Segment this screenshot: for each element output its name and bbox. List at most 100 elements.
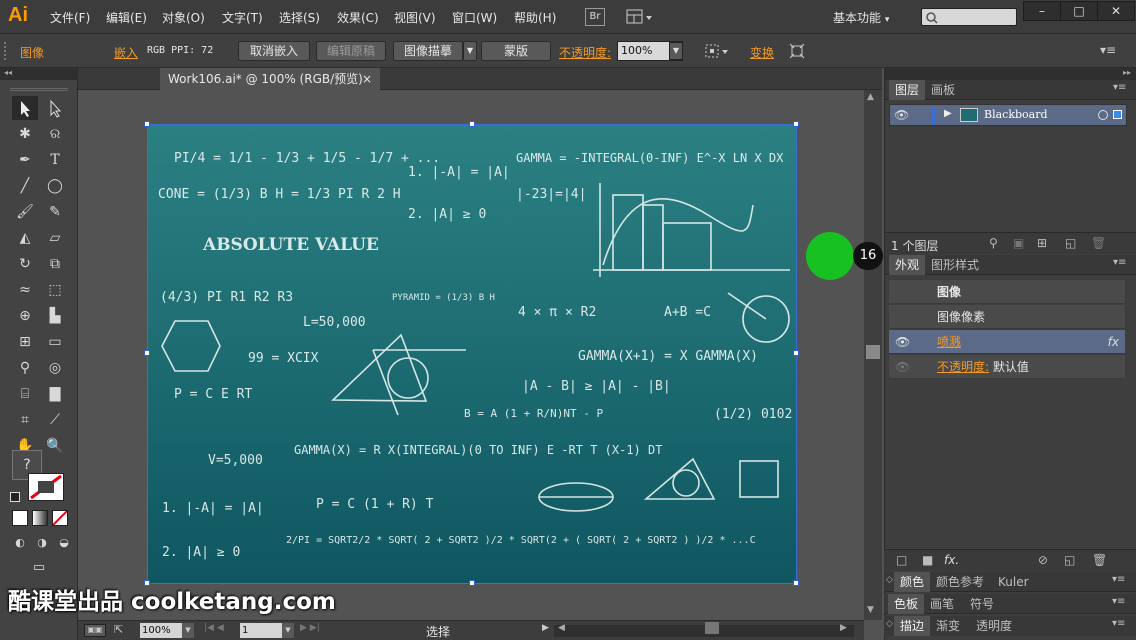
pen-tool-icon[interactable]: ✒ [12, 148, 38, 172]
tab-color-guide[interactable]: 颜色参考 [930, 572, 990, 592]
column-graph-tool-icon[interactable]: ▇ [42, 382, 68, 406]
symbol-sprayer-tool-icon[interactable]: ⌸ [12, 382, 38, 406]
duplicate-item-icon[interactable]: ◱ [1064, 553, 1075, 567]
scroll-left-icon[interactable]: ◀ [558, 623, 565, 633]
align-icon[interactable] [704, 43, 730, 59]
bridge-button[interactable]: Br [585, 8, 605, 26]
add-effect-icon[interactable]: fx. [944, 553, 959, 567]
color-mode-icon[interactable] [12, 510, 28, 526]
selection-tool-icon[interactable] [12, 96, 38, 120]
tab-swatches[interactable]: 色板 [888, 594, 925, 614]
opacity-link[interactable]: 不透明度: [559, 44, 611, 61]
gradient-mode-icon[interactable] [32, 510, 48, 526]
mask-button[interactable]: 蒙版 [481, 41, 551, 61]
type-tool-icon[interactable]: T [42, 148, 68, 172]
unembed-button[interactable]: 取消嵌入 [238, 41, 310, 61]
width-tool-icon[interactable]: ≈ [12, 278, 38, 302]
last-page-icon[interactable]: ▶ ▶| [300, 623, 320, 633]
bounding-handle-r[interactable] [793, 350, 799, 356]
image-trace-button[interactable]: 图像描摹 [393, 41, 463, 61]
mesh-tool-icon[interactable]: ⊞ [12, 330, 38, 354]
effect-name-link[interactable]: 喷溅 [937, 335, 961, 349]
first-page-icon[interactable]: |◀ ◀ [204, 623, 224, 633]
export-icon[interactable]: ⇱ [114, 623, 123, 636]
help-search-input[interactable] [921, 8, 1017, 26]
document-tab[interactable]: Work106.ai* @ 100% (RGB/预览) × [160, 68, 380, 90]
tools-collapse-icon[interactable]: ◂◂ [0, 68, 78, 80]
artboard-tool-icon[interactable]: ⌗ [12, 408, 38, 432]
tab-color[interactable]: 颜色 [894, 572, 931, 592]
delete-layer-icon[interactable]: 🗑 [1091, 236, 1106, 250]
none-mode-icon[interactable] [52, 510, 68, 526]
tab-gradient[interactable]: 渐变 [930, 616, 966, 636]
eyedropper-tool-icon[interactable]: ⚲ [12, 356, 38, 380]
appearance-effect-row[interactable]: 👁 喷溅 fx [889, 330, 1125, 354]
locate-object-icon[interactable]: ⚲ [989, 236, 998, 250]
layer-target-icon[interactable] [1098, 110, 1108, 120]
control-panel-menu-icon[interactable]: ▾≡ [1100, 43, 1120, 59]
scale-tool-icon[interactable]: ⧉ [42, 252, 68, 276]
isolate-icon[interactable] [789, 43, 807, 59]
opacity-visibility-eye-icon[interactable]: 👁 [895, 355, 910, 379]
menu-edit[interactable]: 编辑(E) [106, 9, 147, 26]
zoom-tool-icon[interactable]: 🔍 [42, 434, 68, 458]
hscroll-thumb[interactable] [705, 622, 719, 634]
menu-object[interactable]: 对象(O) [162, 9, 205, 26]
tab-symbols[interactable]: 符号 [964, 594, 1000, 614]
menu-file[interactable]: 文件(F) [50, 9, 90, 26]
screen-mode-icon[interactable]: ▭ [26, 558, 52, 578]
trace-preset-dropdown[interactable]: ▼ [463, 41, 477, 61]
workspace-switcher[interactable]: 基本功能 ▾ [833, 9, 889, 26]
blend-tool-icon[interactable]: ◎ [42, 356, 68, 380]
create-sublayer-icon[interactable]: ⊞ [1037, 236, 1047, 250]
line-tool-icon[interactable]: ╱ [12, 174, 38, 198]
rotate-tool-icon[interactable]: ↻ [12, 252, 38, 276]
draw-normal-icon[interactable]: ◐ [10, 534, 30, 552]
page-dropdown-icon[interactable]: ▼ [282, 623, 294, 638]
direct-selection-tool-icon[interactable] [42, 96, 68, 120]
bounding-handle-b[interactable] [469, 580, 475, 586]
default-colors-icon[interactable] [10, 492, 20, 502]
tab-graphic-styles[interactable]: 图形样式 [925, 255, 985, 275]
edit-original-button[interactable]: 编辑原稿 [316, 41, 386, 61]
appearance-opacity-row[interactable]: 👁 不透明度: 默认值 [889, 355, 1125, 379]
stroke-expand-icon[interactable]: ◇ [886, 619, 893, 629]
vertical-scrollbar[interactable]: ▲ ▼ [864, 90, 882, 620]
layer-selection-indicator[interactable] [1113, 110, 1122, 119]
dock-collapse-icon[interactable]: ▸▸ [885, 68, 1136, 80]
gradient-tool-icon[interactable]: ▭ [42, 330, 68, 354]
bounding-handle-tl[interactable] [144, 121, 150, 127]
transform-link[interactable]: 变换 [750, 44, 774, 61]
ellipse-tool-icon[interactable]: ◯ [42, 174, 68, 198]
add-stroke-icon[interactable]: □ [896, 553, 907, 567]
bounding-handle-br[interactable] [793, 580, 799, 586]
pencil-tool-icon[interactable]: ✎ [42, 200, 68, 224]
layer-row-blackboard[interactable]: 👁 ▶ Blackboard [889, 104, 1127, 126]
tab-brushes[interactable]: 画笔 [924, 594, 960, 614]
blackboard-image[interactable]: PI/4 = 1/1 - 1/3 + 1/5 - 1/7 + ... 1. |-… [144, 121, 799, 586]
embed-link[interactable]: 嵌入 [114, 44, 138, 61]
swatches-panel-menu-icon[interactable]: ▾≡ [1112, 596, 1125, 607]
opacity-attribute-link[interactable]: 不透明度: [937, 360, 989, 374]
new-layer-icon[interactable]: ◱ [1065, 236, 1076, 250]
add-fill-icon[interactable]: ■ [922, 553, 933, 567]
make-clipping-mask-icon[interactable]: ▣ [1013, 236, 1024, 250]
blob-brush-tool-icon[interactable]: ◭ [12, 226, 38, 250]
layers-panel-menu-icon[interactable]: ▾≡ [1113, 82, 1126, 93]
clear-appearance-icon[interactable]: ⊘ [1038, 553, 1048, 567]
menu-help[interactable]: 帮助(H) [514, 9, 556, 26]
menu-view[interactable]: 视图(V) [394, 9, 436, 26]
draw-behind-icon[interactable]: ◑ [32, 534, 52, 552]
appearance-panel-menu-icon[interactable]: ▾≡ [1113, 257, 1126, 268]
bounding-handle-l[interactable] [144, 350, 150, 356]
perspective-grid-tool-icon[interactable]: ▙ [42, 304, 68, 328]
tab-layers[interactable]: 图层 [889, 80, 926, 100]
stroke-none-swatch[interactable] [28, 473, 64, 501]
slice-tool-icon[interactable]: ⟋ [42, 408, 68, 432]
close-button[interactable]: ✕ [1097, 1, 1135, 21]
tab-close-icon[interactable]: × [362, 68, 372, 90]
menu-window[interactable]: 窗口(W) [452, 9, 497, 26]
magic-wand-tool-icon[interactable]: ✱ [12, 122, 38, 146]
maximize-button[interactable]: □ [1060, 1, 1098, 21]
paintbrush-tool-icon[interactable]: 🖌 [12, 200, 38, 224]
